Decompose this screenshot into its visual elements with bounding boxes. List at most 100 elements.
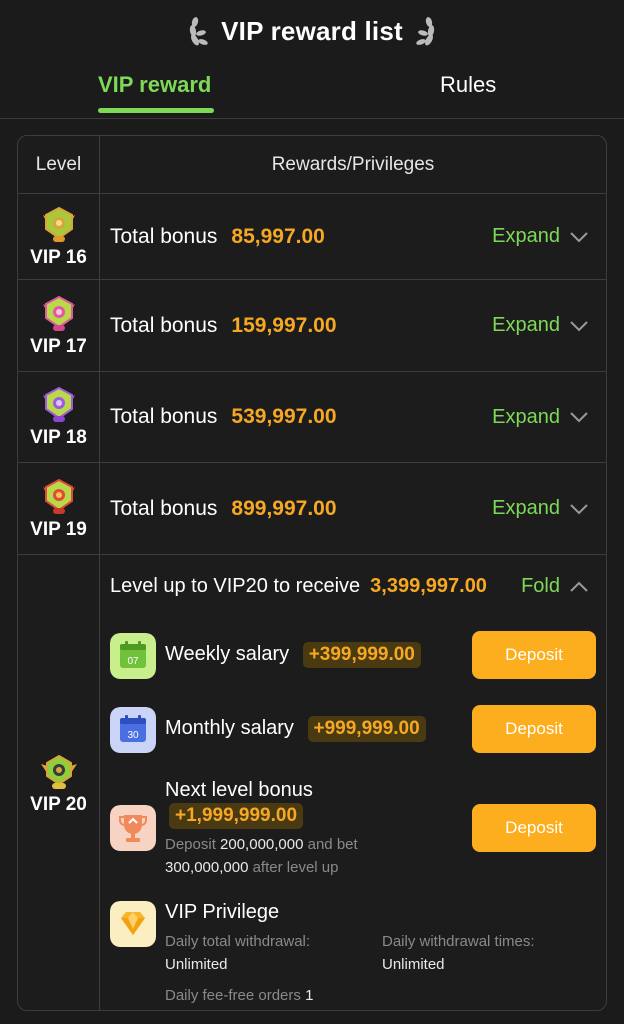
total-bonus-amount: 159,997.00 (231, 313, 337, 337)
diamond-icon (110, 901, 156, 947)
expand-button[interactable]: Expand (492, 463, 588, 554)
rewards-cell: Total bonus 539,997.00 Expand (100, 372, 606, 462)
chevron-down-icon (570, 412, 588, 423)
next-level-deposit-button[interactable]: Deposit (472, 804, 596, 852)
page-header: VIP reward list (0, 0, 624, 62)
fee-free-orders-label: Daily fee-free orders (165, 987, 301, 1004)
expand-label: Expand (492, 225, 560, 247)
monthly-deposit-button[interactable]: Deposit (472, 705, 596, 753)
next-level-condition: Deposit 200,000,000 and bet 300,000,000 … (165, 833, 415, 879)
level-cell: VIP 18 (18, 372, 100, 462)
expand-label: Expand (492, 405, 560, 428)
rewards-cell: Total bonus 159,997.00 Expand (100, 280, 606, 371)
vip-level-label: VIP 20 (30, 793, 87, 815)
total-bonus-label: Total bonus (110, 496, 218, 520)
level-cell: VIP 17 (18, 280, 100, 371)
level-cell: VIP 19 (18, 463, 100, 554)
weekly-salary-amount: +399,999.00 (302, 642, 421, 668)
level-cell: VIP 16 (18, 194, 100, 279)
chevron-down-icon (570, 320, 588, 331)
vip-level-label: VIP 17 (30, 335, 87, 357)
tab-rules[interactable]: Rules (440, 72, 496, 98)
condition-deposit-value: 200,000,000 (220, 836, 304, 853)
table-header-row: Level Rewards/Privileges (18, 136, 606, 194)
vip-badge-icon (42, 386, 75, 422)
total-bonus-amount: 85,997.00 (231, 224, 325, 248)
condition-and-bet-text: and bet (307, 836, 358, 853)
total-bonus: Total bonus 899,997.00 (110, 463, 337, 554)
vip-badge-icon (42, 295, 75, 331)
table-row-vip20: VIP 20 Level up to VIP20 to receive 3,39… (18, 555, 606, 1010)
expand-button[interactable]: Expand (492, 372, 588, 462)
chevron-down-icon (570, 503, 588, 514)
rewards-cell-expanded: Level up to VIP20 to receive 3,399,997.0… (100, 555, 606, 1010)
table-row-vip17: VIP 17 Total bonus 159,997.00 Expand (18, 280, 606, 372)
chevron-down-icon (570, 231, 588, 242)
fold-label: Fold (521, 575, 560, 597)
tab-bar: VIP reward Rules (0, 62, 624, 119)
expand-label: Expand (492, 314, 560, 336)
level-up-summary: Level up to VIP20 to receive 3,399,997.0… (110, 575, 487, 598)
vip-reward-table: Level Rewards/Privileges VIP 16 Total bo… (17, 135, 607, 1011)
laurel-left-icon (190, 17, 208, 46)
table-row-vip19: VIP 19 Total bonus 899,997.00 Expand (18, 463, 606, 555)
vip-privilege-label: VIP Privilege (165, 901, 280, 923)
next-level-bonus-amount: +1,999,999.00 (169, 803, 304, 829)
trophy-icon (110, 805, 156, 851)
condition-bet-value: 300,000,000 (165, 859, 249, 876)
total-bonus: Total bonus 159,997.00 (110, 280, 337, 371)
level-up-text: Level up to VIP20 to receive (110, 575, 361, 597)
monthly-salary-amount: +999,999.00 (307, 716, 426, 742)
column-header-level: Level (18, 136, 100, 193)
withdrawal-times-label: Daily withdrawal times: (382, 933, 535, 950)
condition-deposit-text: Deposit (165, 836, 216, 853)
vip-badge-icon (40, 754, 77, 789)
expand-button[interactable]: Expand (492, 194, 588, 279)
calendar-weekly-icon: 07 (110, 633, 156, 679)
next-level-bonus-label: Next level bonus (165, 779, 313, 801)
withdrawal-times-value: Unlimited (382, 956, 445, 973)
total-bonus-label: Total bonus (110, 405, 218, 428)
withdrawal-label: Daily total withdrawal: (165, 933, 311, 950)
chevron-up-icon (570, 581, 588, 592)
level-up-total: 3,399,997.00 (370, 575, 487, 597)
vip-level-label: VIP 19 (30, 518, 87, 540)
weekly-salary-label: Weekly salary (165, 643, 290, 665)
table-row-vip18: VIP 18 Total bonus 539,997.00 Expand (18, 372, 606, 463)
level-cell: VIP 20 (18, 555, 100, 1010)
monthly-salary-item: 30 Monthly salary +999,999.00 Deposit (110, 705, 596, 755)
monthly-salary-line: Monthly salary +999,999.00 (165, 716, 426, 742)
weekly-salary-line: Weekly salary +399,999.00 (165, 642, 421, 668)
rewards-cell: Total bonus 899,997.00 Expand (100, 463, 606, 554)
fold-button[interactable]: Fold (521, 575, 588, 598)
condition-after-text: after level up (252, 859, 339, 876)
expand-button[interactable]: Expand (492, 280, 588, 371)
total-bonus: Total bonus 85,997.00 (110, 194, 325, 279)
vip-level-label: VIP 16 (30, 246, 87, 268)
laurel-right-icon (416, 17, 434, 46)
tab-vip-reward[interactable]: VIP reward (98, 72, 211, 98)
weekly-deposit-button[interactable]: Deposit (472, 631, 596, 679)
fee-free-orders-line: Daily fee-free orders 1 (165, 987, 313, 1004)
weekly-salary-item: 07 Weekly salary +399,999.00 Deposit (110, 631, 596, 681)
page-title: VIP reward list (221, 15, 403, 46)
withdrawal-value: Unlimited (165, 956, 228, 973)
vip-privilege-item: VIP Privilege Daily total withdrawal: Un… (110, 901, 596, 1010)
total-bonus-amount: 899,997.00 (231, 496, 337, 520)
vip-badge-icon (42, 478, 75, 514)
fee-free-orders-value: 1 (305, 987, 314, 1004)
table-row-vip16: VIP 16 Total bonus 85,997.00 Expand (18, 194, 606, 280)
next-level-bonus-item: Next level bonus +1,999,999.00 Deposit 2… (110, 779, 596, 883)
calendar-monthly-icon: 30 (110, 707, 156, 753)
vip-level-label: VIP 18 (30, 427, 87, 448)
next-level-bonus-amount-line: +1,999,999.00 (165, 803, 304, 829)
total-bonus-label: Total bonus (110, 224, 218, 248)
total-bonus-label: Total bonus (110, 313, 218, 337)
expand-label: Expand (492, 497, 560, 519)
vip-badge-icon (42, 206, 75, 242)
total-bonus-amount: 539,997.00 (231, 405, 337, 428)
calendar-day-text: 30 (127, 730, 139, 741)
total-bonus: Total bonus 539,997.00 (110, 372, 337, 462)
calendar-day-text: 07 (127, 656, 139, 667)
column-header-rewards: Rewards/Privileges (271, 153, 435, 175)
